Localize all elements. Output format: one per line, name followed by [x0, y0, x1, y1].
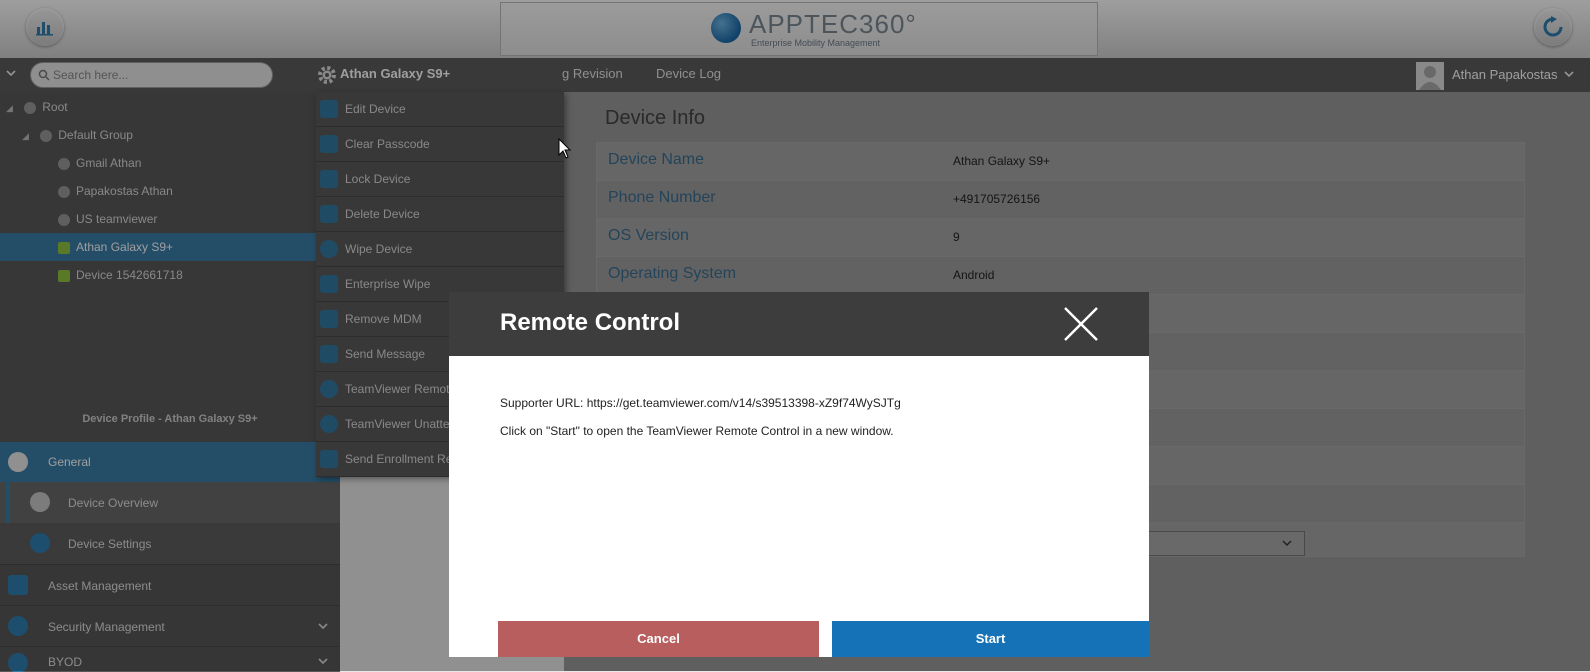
- cancel-button[interactable]: Cancel: [498, 621, 819, 657]
- start-button[interactable]: Start: [832, 621, 1149, 657]
- supporter-url-label: Supporter URL:: [500, 396, 584, 410]
- mouse-cursor-icon: [558, 138, 572, 159]
- supporter-url[interactable]: https://get.teamviewer.com/v14/s39513398…: [587, 396, 901, 410]
- supporter-url-line: Supporter URL: https://get.teamviewer.co…: [500, 396, 901, 410]
- remote-control-dialog: Remote Control Supporter URL: https://ge…: [449, 292, 1149, 657]
- dialog-title: Remote Control: [500, 309, 680, 336]
- dialog-instructions: Click on "Start" to open the TeamViewer …: [500, 424, 894, 438]
- close-icon[interactable]: [1063, 306, 1099, 342]
- dialog-header: Remote Control: [449, 292, 1149, 356]
